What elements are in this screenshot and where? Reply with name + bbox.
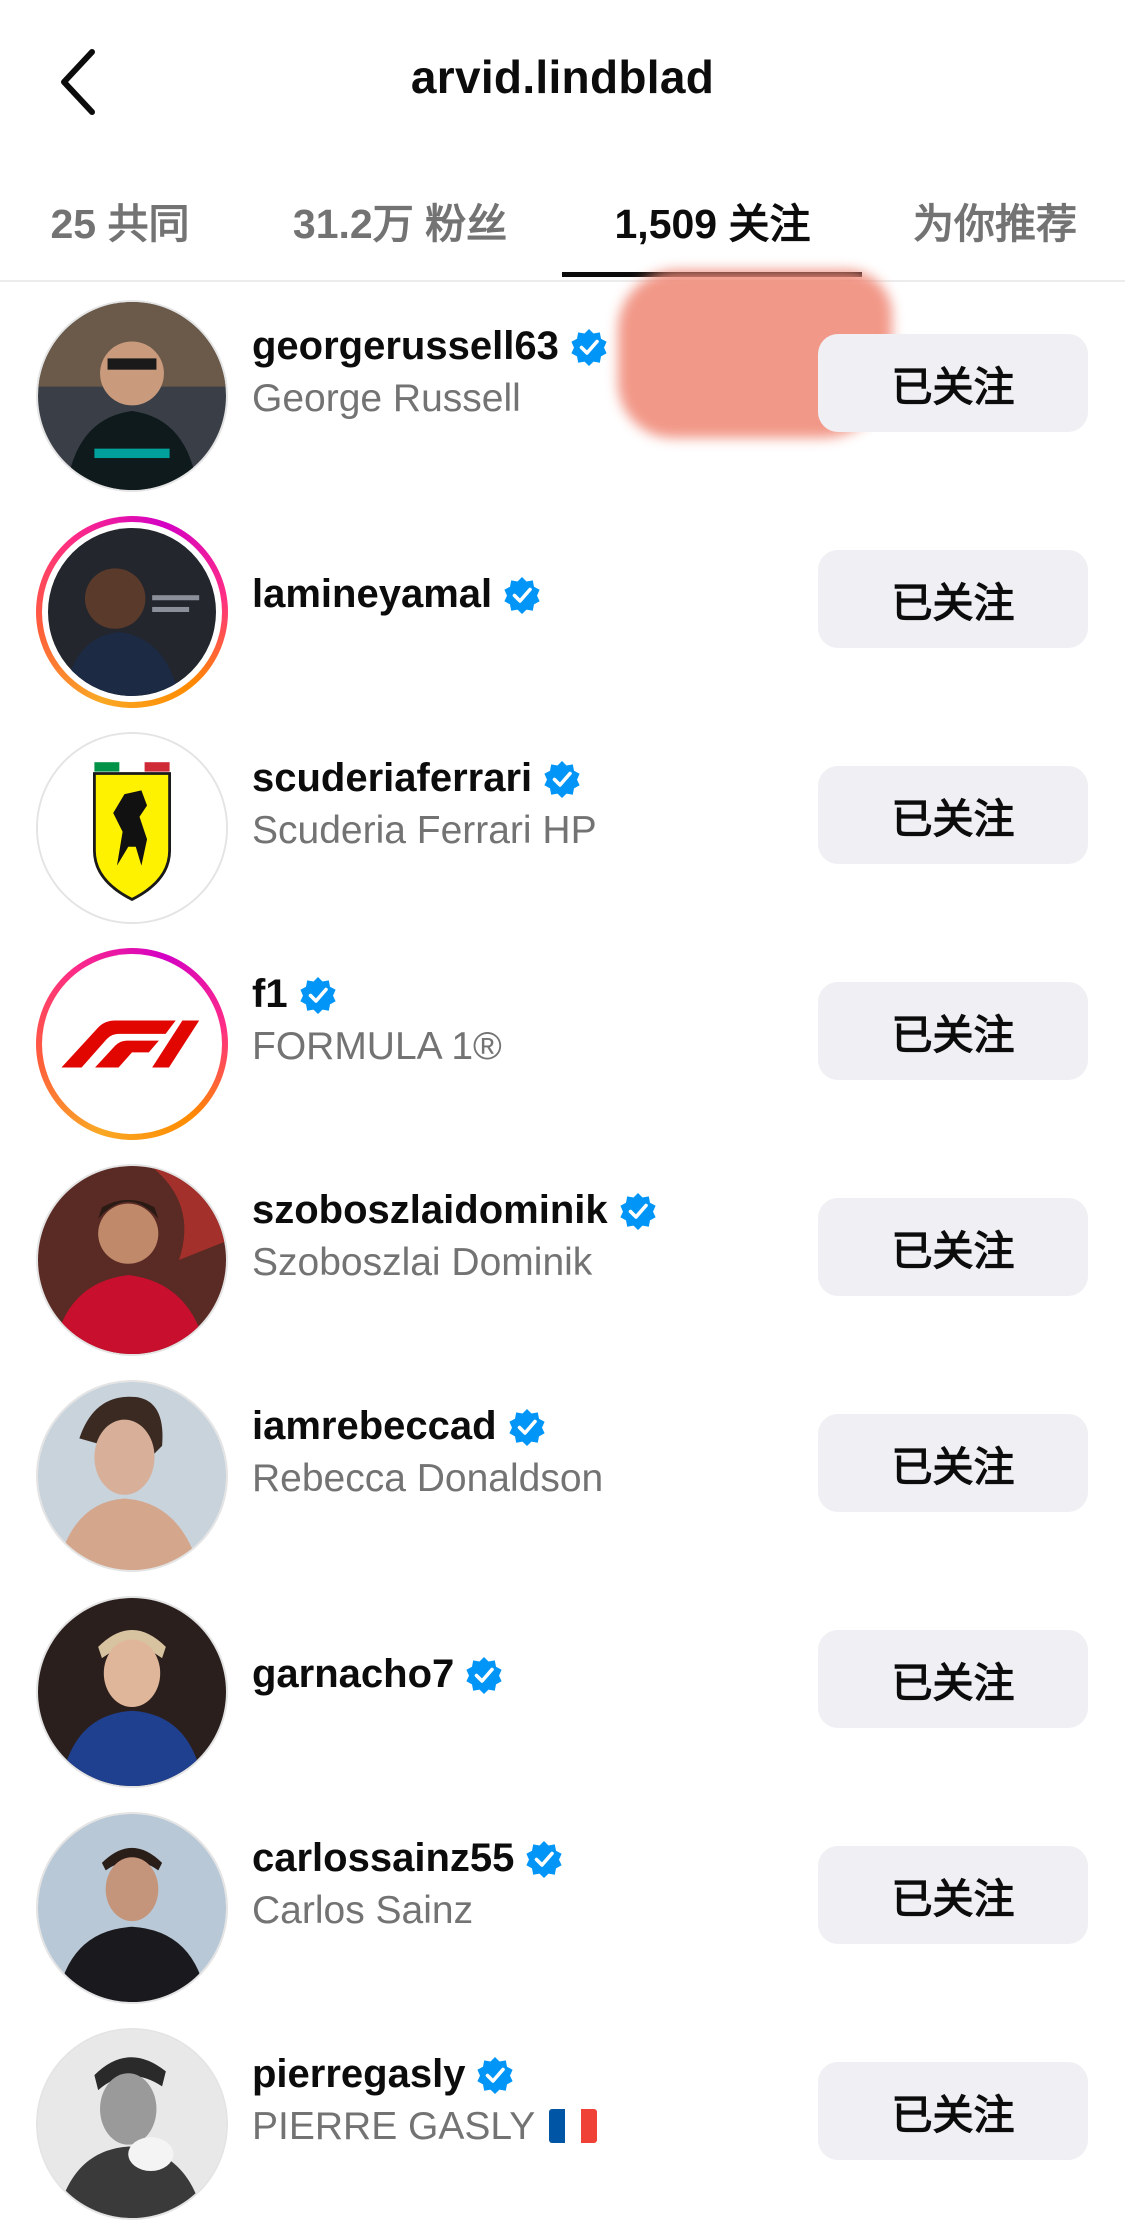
- username[interactable]: scuderiaferrari: [252, 756, 597, 801]
- list-item[interactable]: georgerussell63 George Russell 已关注: [0, 282, 1125, 498]
- avatar[interactable]: [36, 2028, 228, 2220]
- username[interactable]: lamineyamal: [252, 572, 542, 617]
- header-bar: arvid.lindblad: [0, 0, 1125, 165]
- flag-france-icon: [549, 2109, 598, 2143]
- avatar[interactable]: [36, 732, 228, 924]
- following-button[interactable]: 已关注: [818, 2062, 1088, 2160]
- full-name: Szoboszlai Dominik: [252, 1241, 593, 1284]
- verified-badge-icon: [502, 575, 542, 615]
- verified-badge-icon: [464, 1655, 504, 1695]
- full-name: PIERRE GASLY: [252, 2105, 598, 2149]
- username[interactable]: f1: [252, 972, 502, 1017]
- following-button[interactable]: 已关注: [818, 766, 1088, 864]
- list-item[interactable]: carlossainz55 Carlos Sainz 已关注: [0, 1794, 1125, 2010]
- avatar-story-ring[interactable]: [36, 516, 228, 708]
- following-button[interactable]: 已关注: [818, 1198, 1088, 1296]
- following-button[interactable]: 已关注: [818, 1846, 1088, 1944]
- verified-badge-icon: [475, 2055, 515, 2095]
- verified-badge-icon: [569, 327, 609, 367]
- username[interactable]: pierregasly: [252, 2052, 597, 2097]
- page-title: arvid.lindblad: [410, 51, 715, 103]
- verified-badge-icon: [507, 1407, 547, 1447]
- username[interactable]: carlossainz55: [252, 1836, 564, 1881]
- username[interactable]: garnacho7: [252, 1652, 504, 1697]
- tab-mutual[interactable]: 25 共同: [30, 189, 210, 259]
- following-button[interactable]: 已关注: [818, 1630, 1088, 1728]
- following-button[interactable]: 已关注: [818, 550, 1088, 648]
- full-name: Carlos Sainz: [252, 1889, 474, 1932]
- verified-badge-icon: [618, 1191, 658, 1231]
- avatar[interactable]: [36, 1380, 228, 1572]
- list-item[interactable]: iamrebeccad Rebecca Donaldson 已关注: [0, 1362, 1125, 1578]
- full-name: Scuderia Ferrari HP: [252, 809, 597, 852]
- list-item[interactable]: f1 FORMULA 1® 已关注: [0, 930, 1125, 1146]
- full-name: FORMULA 1®: [252, 1025, 502, 1068]
- following-button[interactable]: 已关注: [818, 1414, 1088, 1512]
- list-item[interactable]: lamineyamal 已关注: [0, 498, 1125, 714]
- following-button[interactable]: 已关注: [818, 982, 1088, 1080]
- username[interactable]: georgerussell63: [252, 324, 609, 369]
- list-item[interactable]: scuderiaferrari Scuderia Ferrari HP 已关注: [0, 714, 1125, 930]
- username[interactable]: iamrebeccad: [252, 1404, 603, 1449]
- list-item[interactable]: garnacho7 已关注: [0, 1578, 1125, 1794]
- tab-bar: 25 共同 31.2万 粉丝 1,509 关注 为你推荐: [0, 165, 1125, 438]
- full-name: George Russell: [252, 377, 521, 420]
- list-item[interactable]: pierregasly PIERRE GASLY 已关注: [0, 2010, 1125, 2226]
- following-button[interactable]: 已关注: [818, 334, 1088, 432]
- avatar[interactable]: [36, 1164, 228, 1356]
- list-item[interactable]: szoboszlaidominik Szoboszlai Dominik 已关注: [0, 1146, 1125, 1362]
- avatar[interactable]: [36, 300, 228, 492]
- tab-following[interactable]: 1,509 关注: [590, 189, 835, 259]
- username[interactable]: szoboszlaidominik: [252, 1188, 658, 1233]
- avatar[interactable]: [36, 1812, 228, 2004]
- verified-badge-icon: [524, 1839, 564, 1879]
- full-name: Rebecca Donaldson: [252, 1457, 604, 1500]
- avatar-story-ring[interactable]: [36, 948, 228, 1140]
- tab-suggested[interactable]: 为你推荐: [895, 189, 1095, 259]
- avatar[interactable]: [36, 1596, 228, 1788]
- tab-followers[interactable]: 31.2万 粉丝: [270, 189, 530, 259]
- verified-badge-icon: [542, 759, 582, 799]
- verified-badge-icon: [298, 975, 338, 1015]
